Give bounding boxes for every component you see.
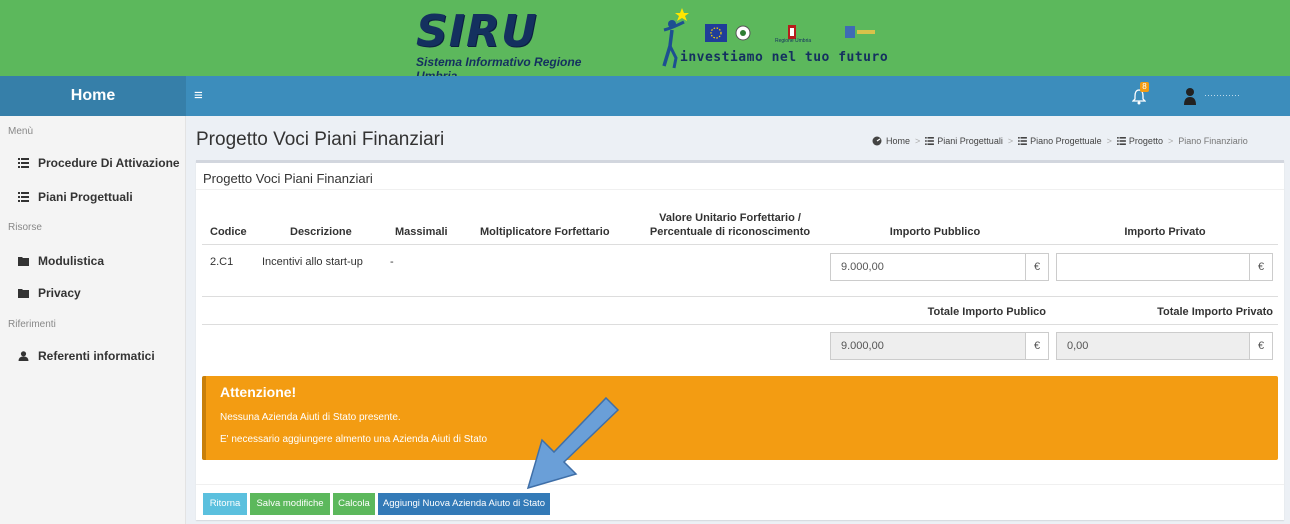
breadcrumb-separator: >	[1167, 136, 1174, 146]
sidebar-header-menu: Menù	[8, 126, 34, 137]
partner-logo-icon	[845, 26, 875, 38]
totale-pubblico-field: 9.000,00	[830, 332, 1026, 360]
alert-message-line1: Nessuna Azienda Aiuti di Stato presente.	[220, 412, 401, 423]
row-massimali: -	[390, 256, 394, 268]
sidebar-item-label: Privacy	[38, 286, 81, 300]
breadcrumb-piano-finanziario: Piano Finanziario	[1178, 136, 1248, 146]
sidebar-item-privacy[interactable]: Privacy	[18, 286, 81, 300]
box-header-divider	[196, 189, 1284, 190]
sidebar-item-label: Referenti informatici	[38, 349, 155, 363]
box-footer-divider	[196, 484, 1284, 485]
sidebar-item-label: Modulistica	[38, 254, 105, 268]
list-icon	[1018, 137, 1027, 145]
sidebar-item-referenti-informatici[interactable]: Referenti informatici	[18, 349, 155, 363]
column-header-importo-privato: Importo Privato	[1124, 226, 1206, 238]
alert-message-line2: E' necessario aggiungere almento una Azi…	[220, 434, 488, 445]
breadcrumb: Home > Piani Progettuali > Piano Progett…	[872, 136, 1248, 146]
list-icon	[18, 158, 29, 168]
user-icon	[18, 351, 29, 361]
importo-privato-input[interactable]	[1056, 253, 1250, 281]
box-title: Progetto Voci Piani Finanziari	[203, 171, 373, 186]
sidebar-item-piani-progettuali[interactable]: Piani Progettuali	[18, 190, 133, 204]
breadcrumb-separator: >	[915, 136, 921, 146]
importo-pubblico-input[interactable]: 9.000,00	[830, 253, 1026, 281]
italy-emblem-icon	[735, 25, 751, 41]
breadcrumb-piano-progettuale[interactable]: Piano Progettuale	[1030, 136, 1102, 146]
list-icon	[18, 192, 29, 202]
breadcrumb-separator: >	[1007, 136, 1014, 146]
salva-modifiche-button[interactable]: Salva modifiche	[250, 493, 330, 515]
header-divider	[202, 244, 1278, 245]
sidebar-item-modulistica[interactable]: Modulistica	[18, 254, 104, 268]
breadcrumb-home[interactable]: Home	[886, 136, 910, 146]
totals-divider	[202, 324, 1278, 325]
sidebar-item-label: Procedure Di Attivazione	[38, 156, 180, 170]
column-header-descrizione: Descrizione	[290, 226, 352, 238]
euro-addon: €	[1025, 332, 1049, 360]
column-header-valore-line2: Percentuale di riconoscimento	[649, 226, 811, 238]
totale-pubblico-label: Totale Importo Publico	[927, 306, 1046, 318]
user-menu[interactable]: ············	[1184, 86, 1284, 106]
sidebar-header-risorse: Risorse	[8, 222, 42, 233]
eu-flag-icon	[705, 24, 727, 42]
top-navbar: Home ≡ 8 ············	[0, 76, 1290, 116]
euro-addon: €	[1025, 253, 1049, 281]
sidebar-item-label: Piani Progettuali	[38, 190, 133, 204]
alert-title: Attenzione!	[220, 384, 297, 400]
column-header-massimali: Massimali	[395, 226, 448, 238]
euro-addon: €	[1249, 253, 1273, 281]
sidebar-toggle-icon[interactable]: ≡	[194, 86, 214, 106]
list-icon	[1117, 137, 1126, 145]
sidebar-header-riferimenti: Riferimenti	[8, 319, 56, 330]
row-codice: 2.C1	[210, 256, 234, 268]
breadcrumb-separator: >	[1106, 136, 1112, 146]
user-icon	[1184, 88, 1196, 105]
column-header-moltiplicatore: Moltiplicatore Forfettario	[480, 226, 610, 238]
column-header-valore-line1: Valore Unitario Forfettario /	[659, 212, 801, 224]
institutional-logos: Regione Umbria	[705, 24, 905, 44]
column-header-importo-pubblico: Importo Pubblico	[889, 226, 981, 238]
user-name: ············	[1204, 90, 1240, 100]
folder-icon	[18, 289, 29, 298]
home-link[interactable]: Home	[0, 76, 186, 116]
totale-privato-label: Totale Importo Privato	[1157, 306, 1273, 318]
aggiungi-azienda-button[interactable]: Aggiungi Nuova Azienda Aiuto di Stato	[378, 493, 550, 515]
calcola-button[interactable]: Calcola	[333, 493, 375, 515]
breadcrumb-progetto[interactable]: Progetto	[1129, 136, 1163, 146]
top-banner: SIRU Sistema Informativo Regione Umbria …	[0, 0, 1290, 84]
euro-addon: €	[1249, 332, 1273, 360]
notification-badge: 8	[1140, 82, 1149, 92]
ritorna-button[interactable]: Ritorna	[203, 493, 247, 515]
regione-umbria-caption: Regione Umbria	[775, 38, 812, 44]
brand-title: SIRU	[416, 6, 538, 57]
breadcrumb-piani-progettuali[interactable]: Piani Progettuali	[937, 136, 1003, 146]
page-title: Progetto Voci Piani Finanziari	[196, 129, 445, 150]
sidebar-item-procedure-di-attivazione[interactable]: Procedure Di Attivazione	[18, 156, 180, 170]
row-divider	[202, 296, 1278, 297]
column-header-codice: Codice	[210, 226, 247, 238]
warning-alert: Attenzione! Nessuna Azienda Aiuti di Sta…	[202, 376, 1278, 460]
sidebar: Menù Procedure Di Attivazione Piani Prog…	[0, 116, 186, 524]
totale-privato-field: 0,00	[1056, 332, 1250, 360]
siru-logo: SIRU Sistema Informativo Regione Umbria	[416, 6, 616, 84]
motto: investiamo nel tuo futuro	[680, 50, 889, 65]
notifications-button[interactable]: 8	[1130, 82, 1152, 106]
list-icon	[925, 137, 935, 145]
row-descrizione: Incentivi allo start-up	[262, 256, 363, 268]
folder-icon	[18, 257, 29, 266]
dashboard-icon	[872, 136, 882, 146]
